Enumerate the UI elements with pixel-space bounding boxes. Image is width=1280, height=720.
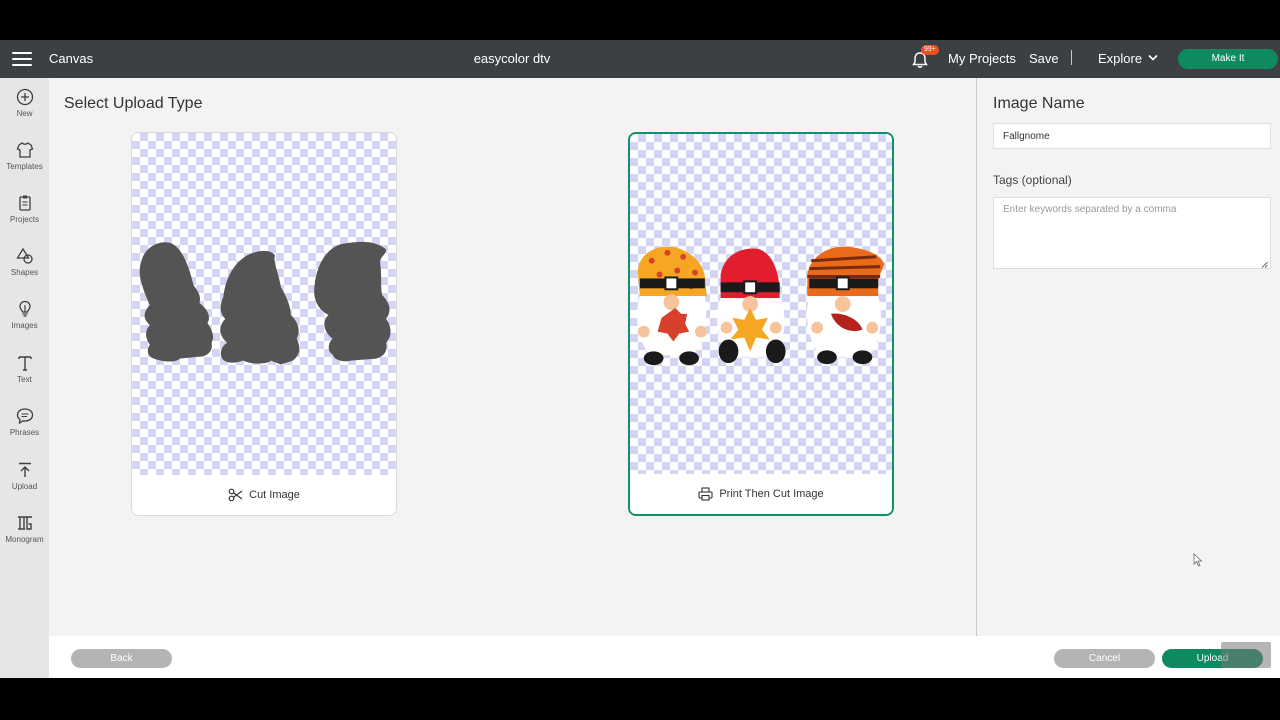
mouse-cursor-icon: [1193, 553, 1203, 567]
bottom-bar: Back Cancel Upload: [49, 636, 1280, 678]
card-footer: Print Then Cut Image: [630, 474, 892, 514]
main-area: Select Upload Type Cut Image Print Then …: [49, 78, 976, 636]
sidebar-item-label: New: [16, 109, 33, 118]
clipboard-icon: [18, 195, 31, 211]
fall-gnomes-image: [637, 246, 885, 366]
shirt-icon: [16, 142, 33, 158]
image-name-input[interactable]: [993, 123, 1271, 149]
sidebar-item-shapes[interactable]: Shapes: [0, 247, 49, 293]
app-window: Canvas easycolor dtv 99+ My Projects Sav…: [0, 40, 1280, 678]
sidebar-item-label: Upload: [11, 482, 38, 491]
sidebar-item-label: Projects: [10, 215, 39, 224]
lightbulb-icon: [18, 300, 31, 317]
sidebar-item-label: Shapes: [10, 268, 39, 277]
save-button[interactable]: Save: [1029, 51, 1059, 66]
text-icon: [17, 356, 32, 371]
notification-badge: 99+: [921, 45, 939, 55]
my-projects-link[interactable]: My Projects: [948, 51, 1016, 66]
resize-handle-icon[interactable]: [1261, 261, 1268, 268]
card-label: Print Then Cut Image: [719, 488, 824, 500]
explore-menu[interactable]: Explore: [1098, 51, 1142, 66]
separator: [1071, 50, 1072, 65]
image-name-label: Image Name: [993, 95, 1085, 112]
printer-icon: [698, 487, 713, 501]
sidebar-item-projects[interactable]: Projects: [0, 194, 49, 240]
top-bar: Canvas easycolor dtv 99+ My Projects Sav…: [0, 40, 1280, 78]
sidebar-item-label: Images: [11, 321, 38, 330]
make-it-button[interactable]: Make It: [1178, 49, 1278, 69]
card-footer: Cut Image: [132, 475, 396, 515]
gnome-silhouettes-image: [139, 241, 391, 365]
chevron-down-icon[interactable]: [1148, 54, 1158, 62]
speech-bubble-icon: [16, 408, 33, 425]
sidebar-item-phrases[interactable]: Phrases: [0, 407, 49, 453]
cut-image-card[interactable]: Cut Image: [131, 132, 397, 516]
sidebar-item-templates[interactable]: Templates: [0, 141, 49, 187]
back-button[interactable]: Back: [71, 649, 172, 668]
sidebar-item-images[interactable]: Images: [0, 300, 49, 346]
print-then-cut-card[interactable]: Print Then Cut Image: [628, 132, 894, 516]
sidebar-item-label: Text: [17, 375, 32, 384]
sidebar-item-label: Phrases: [9, 428, 40, 437]
project-title: easycolor dtv: [473, 51, 551, 66]
sidebar-item-upload[interactable]: Upload: [0, 461, 49, 507]
card-label: Cut Image: [249, 489, 300, 501]
shapes-icon: [15, 247, 33, 264]
plus-circle-icon: [16, 88, 33, 106]
page-title: Select Upload Type: [64, 95, 203, 112]
sidebar-item-new[interactable]: New: [0, 88, 49, 134]
tags-label: Tags (optional): [993, 173, 1072, 187]
left-sidebar: New Templates Projects Shapes Images Tex…: [0, 78, 49, 678]
monogram-icon: [17, 516, 32, 530]
upload-icon: [18, 462, 31, 477]
cancel-button[interactable]: Cancel: [1054, 649, 1155, 668]
sidebar-item-text[interactable]: Text: [0, 354, 49, 400]
sidebar-item-monogram[interactable]: Monogram: [0, 514, 49, 560]
tags-input[interactable]: [993, 197, 1271, 269]
sidebar-item-label: Monogram: [5, 535, 44, 544]
sidebar-item-label: Templates: [6, 162, 43, 171]
video-overlay: [1221, 642, 1271, 668]
right-panel: Image Name Tags (optional): [977, 78, 1280, 636]
scissors-icon: [228, 488, 243, 502]
